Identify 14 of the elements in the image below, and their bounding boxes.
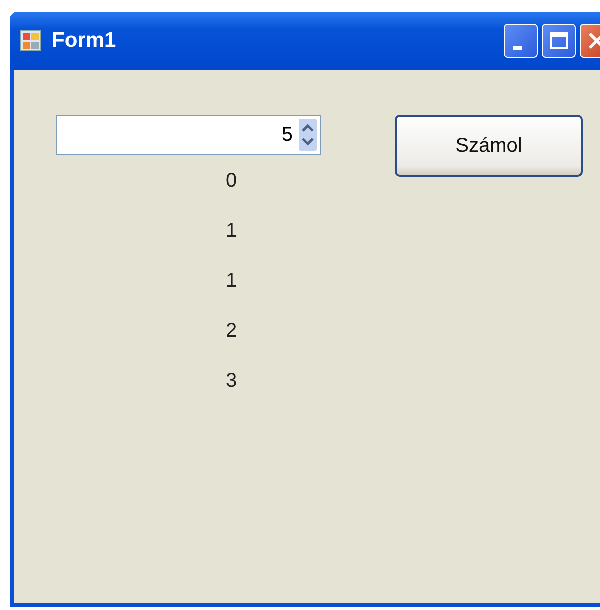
result-label: 0 [226, 169, 238, 193]
result-label: 3 [226, 369, 238, 393]
minimize-button[interactable] [504, 24, 538, 58]
result-label: 1 [226, 219, 238, 243]
window-title: Form1 [52, 29, 118, 53]
calculate-button[interactable]: Számol [395, 115, 583, 177]
number-spinbox[interactable]: 5 [56, 115, 321, 155]
spin-arrows-icon[interactable] [299, 119, 317, 151]
maximize-button[interactable] [542, 24, 576, 58]
spinbox-value: 5 [282, 124, 293, 146]
app-icon [20, 30, 42, 52]
result-label: 2 [226, 319, 238, 343]
minimize-icon [513, 46, 522, 50]
result-label: 1 [226, 269, 238, 293]
